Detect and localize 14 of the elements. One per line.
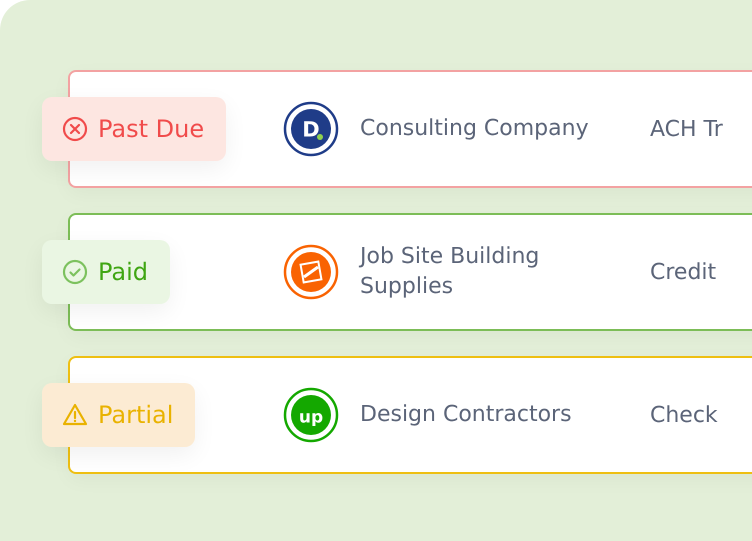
status-label: Paid <box>98 258 148 286</box>
close-circle-icon <box>62 116 88 142</box>
payment-method: ACH Tr <box>650 116 723 142</box>
vendor-name: Job Site Building Supplies <box>360 243 540 301</box>
vendor-name: Design Contractors <box>360 401 573 429</box>
warning-icon <box>62 402 88 428</box>
status-label: Partial <box>98 401 174 429</box>
logo-icon: D <box>283 101 339 157</box>
logo-icon: up <box>283 387 339 443</box>
vendor-name: Consulting Company <box>360 115 590 143</box>
payment-method: Credit <box>650 260 716 284</box>
status-label: Past Due <box>98 115 204 143</box>
payment-method: Check <box>650 402 718 428</box>
check-circle-icon <box>62 259 88 285</box>
